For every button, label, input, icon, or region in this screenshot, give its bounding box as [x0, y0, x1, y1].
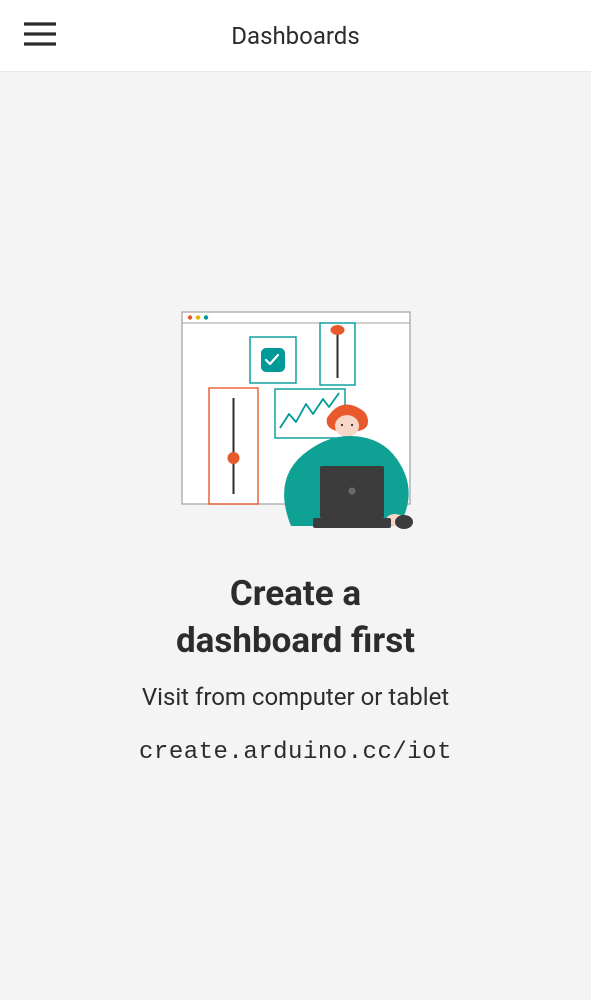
dashboard-illustration — [177, 310, 415, 530]
app-header: Dashboards — [0, 0, 591, 72]
heading-line-1: Create a — [230, 573, 361, 614]
hamburger-menu-icon — [24, 22, 56, 46]
page-title: Dashboards — [0, 22, 591, 50]
empty-state: Create a dashboard first Visit from comp… — [0, 72, 591, 1000]
heading-line-2: dashboard first — [176, 620, 415, 661]
menu-button[interactable] — [22, 16, 58, 52]
empty-state-heading: Create a dashboard first — [176, 570, 415, 665]
empty-state-subtext: Visit from computer or tablet — [142, 683, 449, 711]
cta-url: create.arduino.cc/iot — [139, 739, 452, 766]
